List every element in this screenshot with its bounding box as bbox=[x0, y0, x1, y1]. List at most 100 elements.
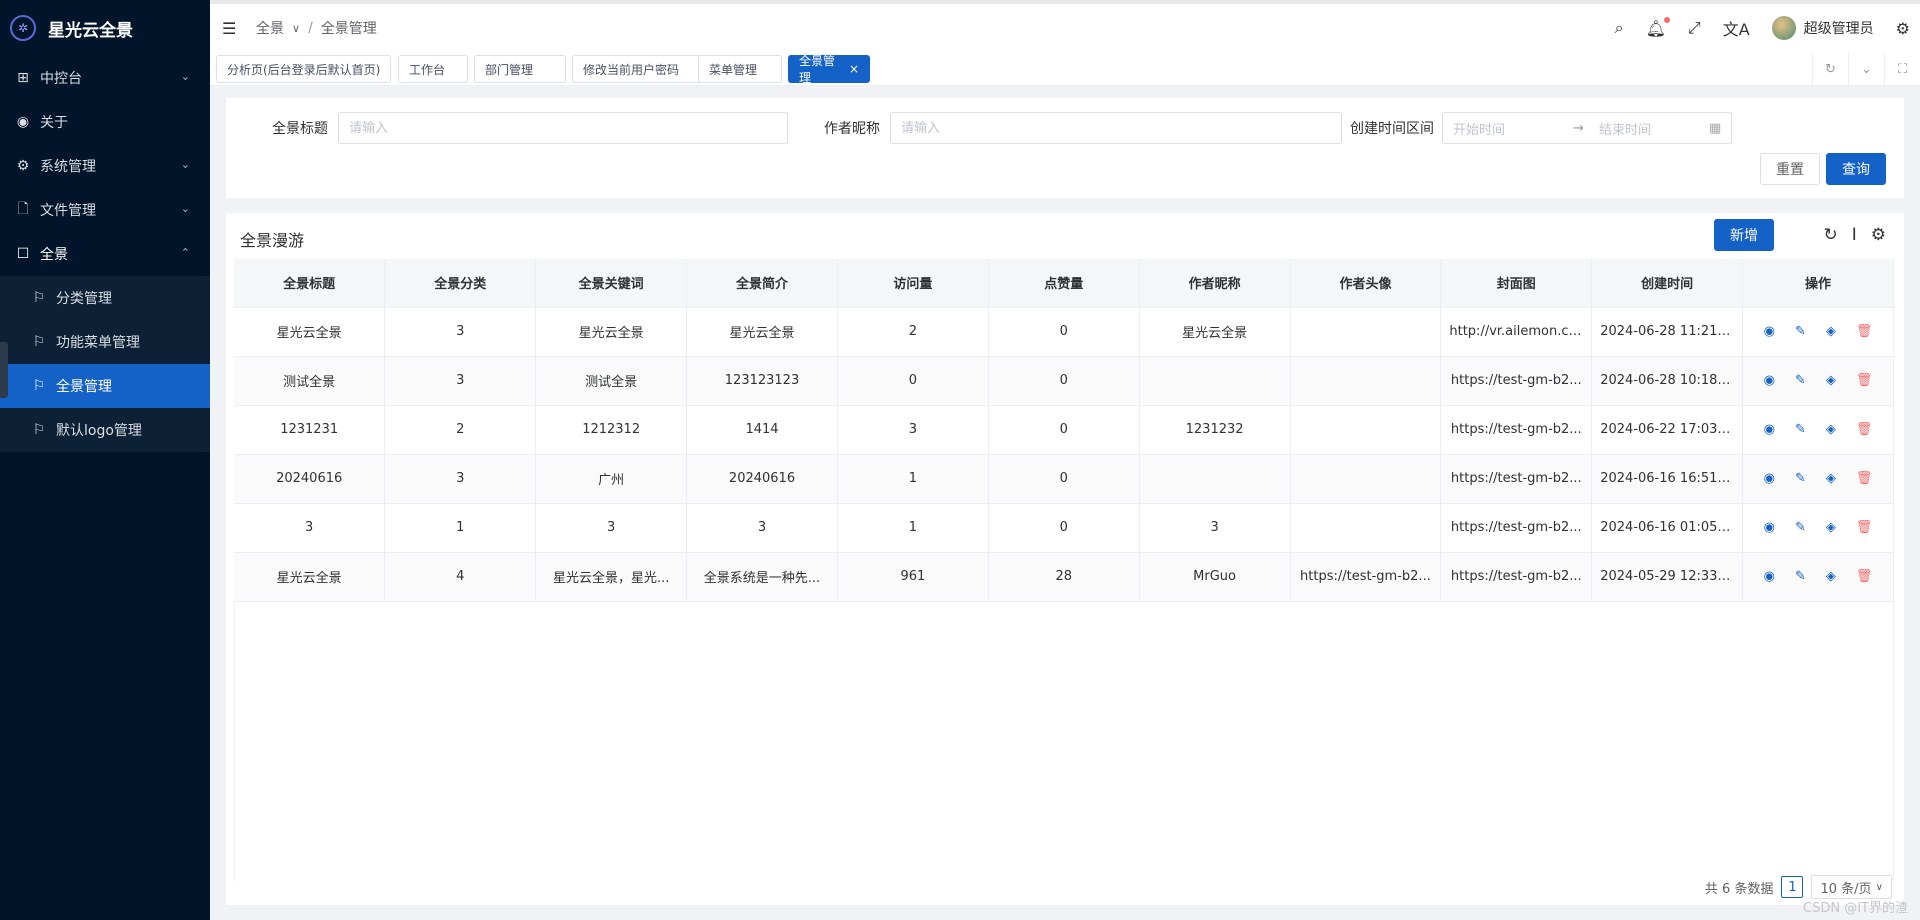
sidebar-item-panorama[interactable]: ☐ 全景 ⌃ bbox=[0, 232, 210, 276]
view-icon[interactable]: ◉ bbox=[1764, 471, 1775, 486]
locate-icon[interactable]: ◈ bbox=[1826, 471, 1836, 486]
table-cell: 2 bbox=[384, 405, 537, 455]
view-icon[interactable]: ◉ bbox=[1764, 520, 1775, 535]
row-actions: ◉ ✎ ◈ 🗑︎ bbox=[1742, 356, 1894, 406]
delete-icon[interactable]: 🗑︎ bbox=[1856, 520, 1873, 535]
refresh-icon[interactable]: ↻ bbox=[1812, 52, 1848, 86]
tab-workbench[interactable]: 工作台 bbox=[398, 55, 468, 83]
table-cell: 3 bbox=[384, 356, 537, 406]
table-cell: 星光云全景 bbox=[1139, 307, 1291, 357]
table-cell: 20240616 bbox=[234, 454, 386, 504]
sidebar-item-category[interactable]: ⚐ 分类管理 bbox=[0, 276, 210, 320]
delete-icon[interactable]: 🗑︎ bbox=[1856, 324, 1873, 339]
chevron-down-icon: ∨ bbox=[1875, 881, 1883, 893]
locate-icon[interactable]: ◈ bbox=[1826, 520, 1836, 535]
chevron-down-icon: ⌄ bbox=[180, 202, 190, 215]
sidebar-item-label: 文件管理 bbox=[40, 203, 96, 219]
gear-icon[interactable]: ⚙ bbox=[1871, 225, 1886, 245]
panorama-table: 全景标题 全景分类 全景关键词 全景简介 访问量 点赞量 作者昵称 作者头像 封… bbox=[234, 259, 1894, 602]
app-title: 星光云全景 bbox=[48, 20, 133, 41]
edit-icon[interactable]: ✎ bbox=[1795, 373, 1806, 388]
delete-icon[interactable]: 🗑︎ bbox=[1856, 422, 1873, 437]
fullscreen-icon[interactable]: ⤢ bbox=[1688, 18, 1701, 38]
column-header: 访问量 bbox=[837, 259, 989, 308]
table-cell: 961 bbox=[837, 552, 989, 602]
maximize-icon[interactable]: ⛶ bbox=[1884, 52, 1920, 86]
reset-button[interactable]: 重置 bbox=[1760, 153, 1820, 185]
table-cell: 123123123 bbox=[686, 356, 838, 406]
breadcrumb: 全景 ∨ / 全景管理 bbox=[256, 18, 377, 38]
column-header: 作者头像 bbox=[1290, 259, 1442, 308]
top-header: ☰ 全景 ∨ / 全景管理 ⌕ 🔔︎ ⤢ 文A 超级管理员 ⚙ bbox=[210, 0, 1920, 52]
sidebar-drag-handle[interactable] bbox=[0, 342, 8, 398]
sidebar-item-logo[interactable]: ⚐ 默认logo管理 bbox=[0, 408, 210, 452]
table-row: 3 1 3 3 1 0 3 https://test-gm-b2... 2024-06-16 0… bbox=[234, 503, 1894, 553]
tab-department[interactable]: 部门管理 bbox=[474, 55, 566, 83]
arrow-right-icon: → bbox=[1573, 120, 1584, 136]
view-icon[interactable]: ◉ bbox=[1764, 373, 1775, 388]
close-icon[interactable]: × bbox=[849, 62, 859, 76]
menu-fold-icon[interactable]: ☰ bbox=[222, 19, 242, 38]
start-date: 开始时间 bbox=[1453, 122, 1506, 138]
delete-icon[interactable]: 🗑︎ bbox=[1856, 471, 1873, 486]
flag-icon: ⚐ bbox=[32, 422, 46, 438]
chevron-down-icon[interactable]: ⌄ bbox=[1848, 52, 1884, 86]
view-icon[interactable]: ◉ bbox=[1764, 324, 1775, 339]
translate-icon[interactable]: 文A bbox=[1723, 16, 1750, 40]
delete-icon[interactable]: 🗑︎ bbox=[1856, 373, 1873, 388]
table-cell bbox=[1139, 356, 1291, 406]
locate-icon[interactable]: ◈ bbox=[1826, 373, 1836, 388]
page-size-select[interactable]: 10 条/页 ∨ bbox=[1811, 875, 1892, 899]
locate-icon[interactable]: ◈ bbox=[1826, 569, 1836, 584]
table-cell: 1 bbox=[384, 503, 537, 553]
edit-icon[interactable]: ✎ bbox=[1795, 520, 1806, 535]
eye-icon: ◉ bbox=[16, 114, 30, 130]
delete-icon[interactable]: 🗑︎ bbox=[1856, 569, 1873, 584]
add-button[interactable]: 新增 bbox=[1714, 219, 1774, 251]
author-input[interactable] bbox=[890, 112, 1342, 144]
user-menu[interactable]: 超级管理员 bbox=[1771, 16, 1874, 40]
title-input[interactable] bbox=[338, 112, 788, 144]
locate-icon[interactable]: ◈ bbox=[1826, 324, 1836, 339]
sidebar-item-panorama-manage[interactable]: ⚐ 全景管理 bbox=[0, 364, 210, 408]
table-cell: 0 bbox=[988, 307, 1140, 357]
table-cell: 3 bbox=[535, 503, 688, 553]
gear-icon[interactable]: ⚙ bbox=[1896, 19, 1910, 38]
edit-icon[interactable]: ✎ bbox=[1795, 324, 1806, 339]
tab-menu[interactable]: 菜单管理 bbox=[698, 55, 782, 83]
density-icon[interactable]: Ⅰ bbox=[1852, 225, 1857, 245]
tab-label: 全景管理 bbox=[799, 54, 836, 85]
table-cell bbox=[1290, 503, 1442, 553]
page-number[interactable]: 1 bbox=[1781, 876, 1804, 898]
tab-analysis[interactable]: 分析页(后台登录后默认首页) bbox=[216, 55, 392, 83]
tab-panorama-manage[interactable]: 全景管理 × bbox=[788, 54, 870, 85]
tab-change-password[interactable]: 修改当前用户密码 bbox=[572, 55, 702, 83]
bell-icon[interactable]: 🔔︎ bbox=[1646, 16, 1670, 38]
edit-icon[interactable]: ✎ bbox=[1795, 422, 1806, 437]
view-icon[interactable]: ◉ bbox=[1764, 422, 1775, 437]
edit-icon[interactable]: ✎ bbox=[1795, 569, 1806, 584]
refresh-icon[interactable]: ↻ bbox=[1823, 225, 1837, 245]
row-actions: ◉ ✎ ◈ 🗑︎ bbox=[1742, 454, 1894, 504]
table-cell: 0 bbox=[837, 356, 989, 406]
row-actions: ◉ ✎ ◈ 🗑︎ bbox=[1742, 503, 1894, 553]
sidebar-item-label: 全景管理 bbox=[56, 379, 112, 395]
sidebar-item-dashboard[interactable]: ⊞ 中控台 ⌄ bbox=[0, 56, 210, 100]
date-range-picker[interactable]: 开始时间 → 结束时间 ▦ bbox=[1442, 112, 1732, 144]
sidebar-item-label: 系统管理 bbox=[40, 159, 96, 175]
breadcrumb-root[interactable]: 全景 bbox=[256, 18, 284, 38]
sidebar: ✲ 星光云全景 ⊞ 中控台 ⌄ ◉ 关于 ⚙ 系统管理 ⌄ 🗋 文件管理 ⌄ ☐… bbox=[0, 0, 210, 920]
sidebar-item-files[interactable]: 🗋 文件管理 ⌄ bbox=[0, 188, 210, 232]
sidebar-item-about[interactable]: ◉ 关于 bbox=[0, 100, 210, 144]
search-icon[interactable]: ⌕ bbox=[1615, 18, 1624, 38]
edit-icon[interactable]: ✎ bbox=[1795, 471, 1806, 486]
sidebar-item-system[interactable]: ⚙ 系统管理 ⌄ bbox=[0, 144, 210, 188]
dashboard-icon: ⊞ bbox=[17, 70, 29, 86]
view-icon[interactable]: ◉ bbox=[1764, 569, 1775, 584]
query-button[interactable]: 查询 bbox=[1826, 153, 1886, 185]
table-cell: 星光云全景 bbox=[686, 307, 838, 357]
sidebar-item-label: 分类管理 bbox=[56, 291, 112, 307]
locate-icon[interactable]: ◈ bbox=[1826, 422, 1836, 437]
chevron-up-icon: ⌃ bbox=[180, 246, 190, 259]
sidebar-item-function-menu[interactable]: ⚐ 功能菜单管理 bbox=[0, 320, 210, 364]
